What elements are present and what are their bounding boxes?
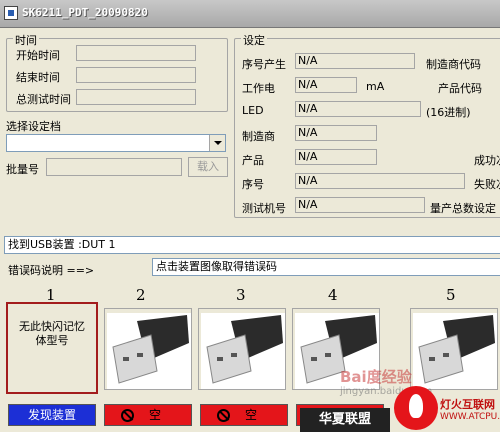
batch-label: 批量号 (6, 163, 39, 176)
serial-label: 序号 (242, 178, 264, 191)
success-count-label: 成功次 (474, 154, 500, 167)
settings-group-title: 设定 (241, 32, 267, 48)
led-field: N/A (295, 101, 421, 117)
manufacturer-field: N/A (295, 125, 377, 141)
slot-1-status-label: 发现装置 (27, 408, 76, 422)
config-select[interactable] (6, 134, 226, 152)
total-count-setting-label: 量产总数设定 (430, 202, 496, 215)
serial-gen-label: 序号产生 (242, 58, 286, 71)
load-button[interactable]: 载入 (188, 157, 228, 177)
total-time-label: 总测试时间 (16, 93, 71, 106)
work-current-field: N/A (295, 77, 357, 93)
led-label: LED (242, 104, 264, 117)
chevron-down-icon[interactable] (209, 135, 225, 151)
work-current-unit: mA (366, 80, 385, 93)
led-hex-suffix: (16进制) (426, 106, 471, 119)
manufacturer-label: 制造商 (242, 130, 275, 143)
site-logo-icon (394, 386, 438, 430)
manufacturer-code-label: 制造商代码 (426, 58, 481, 71)
app-icon (4, 6, 18, 20)
start-time-field (76, 45, 196, 61)
usb-drive-icon (201, 313, 285, 389)
serial-field: N/A (295, 173, 465, 189)
slot-1-device[interactable]: 无此快闪记忆体型号 (6, 302, 98, 394)
slot-5-device[interactable] (410, 308, 498, 390)
tester-id-label: 测试机号 (242, 202, 286, 215)
watermark-banner: 华夏联盟 (300, 408, 390, 432)
slot-2-status-button[interactable]: 空 (104, 404, 192, 426)
work-current-label: 工作电 (242, 82, 275, 95)
site-name: 灯火互联网 (440, 398, 495, 411)
window-title: SK6211_PDT_20090820 (22, 6, 148, 19)
slot-1-message: 无此快闪记忆体型号 (19, 320, 85, 347)
batch-field[interactable] (46, 158, 182, 176)
config-select-label: 选择设定档 (6, 120, 61, 133)
slot-number-3: 3 (236, 286, 246, 304)
site-url: WWW.ATCPU.COM (440, 412, 500, 422)
error-code-label: 错误码说明 ==> (8, 264, 95, 277)
slot-2-device[interactable] (104, 308, 192, 390)
usb-drive-icon (413, 313, 497, 389)
slot-number-2: 2 (136, 286, 146, 304)
serial-gen-field: N/A (295, 53, 415, 69)
slot-3-status-button[interactable]: 空 (200, 404, 288, 426)
tester-id-field: N/A (295, 197, 425, 213)
slot-number-4: 4 (328, 286, 338, 304)
slot-3-device[interactable] (198, 308, 286, 390)
total-time-field (76, 89, 196, 105)
time-group-title: 时间 (13, 32, 39, 48)
fail-count-label: 失败次 (474, 178, 500, 191)
title-bar: SK6211_PDT_20090820 (0, 0, 500, 28)
baidu-watermark: Bai度经验 (340, 368, 412, 386)
usb-drive-icon (107, 313, 191, 389)
error-code-field: 点击装置图像取得错误码 (152, 258, 500, 276)
device-found-status: 找到USB装置 :DUT 1 (4, 236, 500, 254)
slot-number-5: 5 (446, 286, 456, 304)
slot-3-status-label: 空 (244, 408, 257, 422)
slot-2-status-label: 空 (148, 408, 161, 422)
product-code-label: 产品代码 (438, 82, 482, 95)
product-label: 产品 (242, 154, 264, 167)
slot-1-status-button[interactable]: 发现装置 (8, 404, 96, 426)
end-time-field (76, 67, 196, 83)
end-time-label: 结束时间 (16, 71, 60, 84)
start-time-label: 开始时间 (16, 49, 60, 62)
product-field: N/A (295, 149, 377, 165)
